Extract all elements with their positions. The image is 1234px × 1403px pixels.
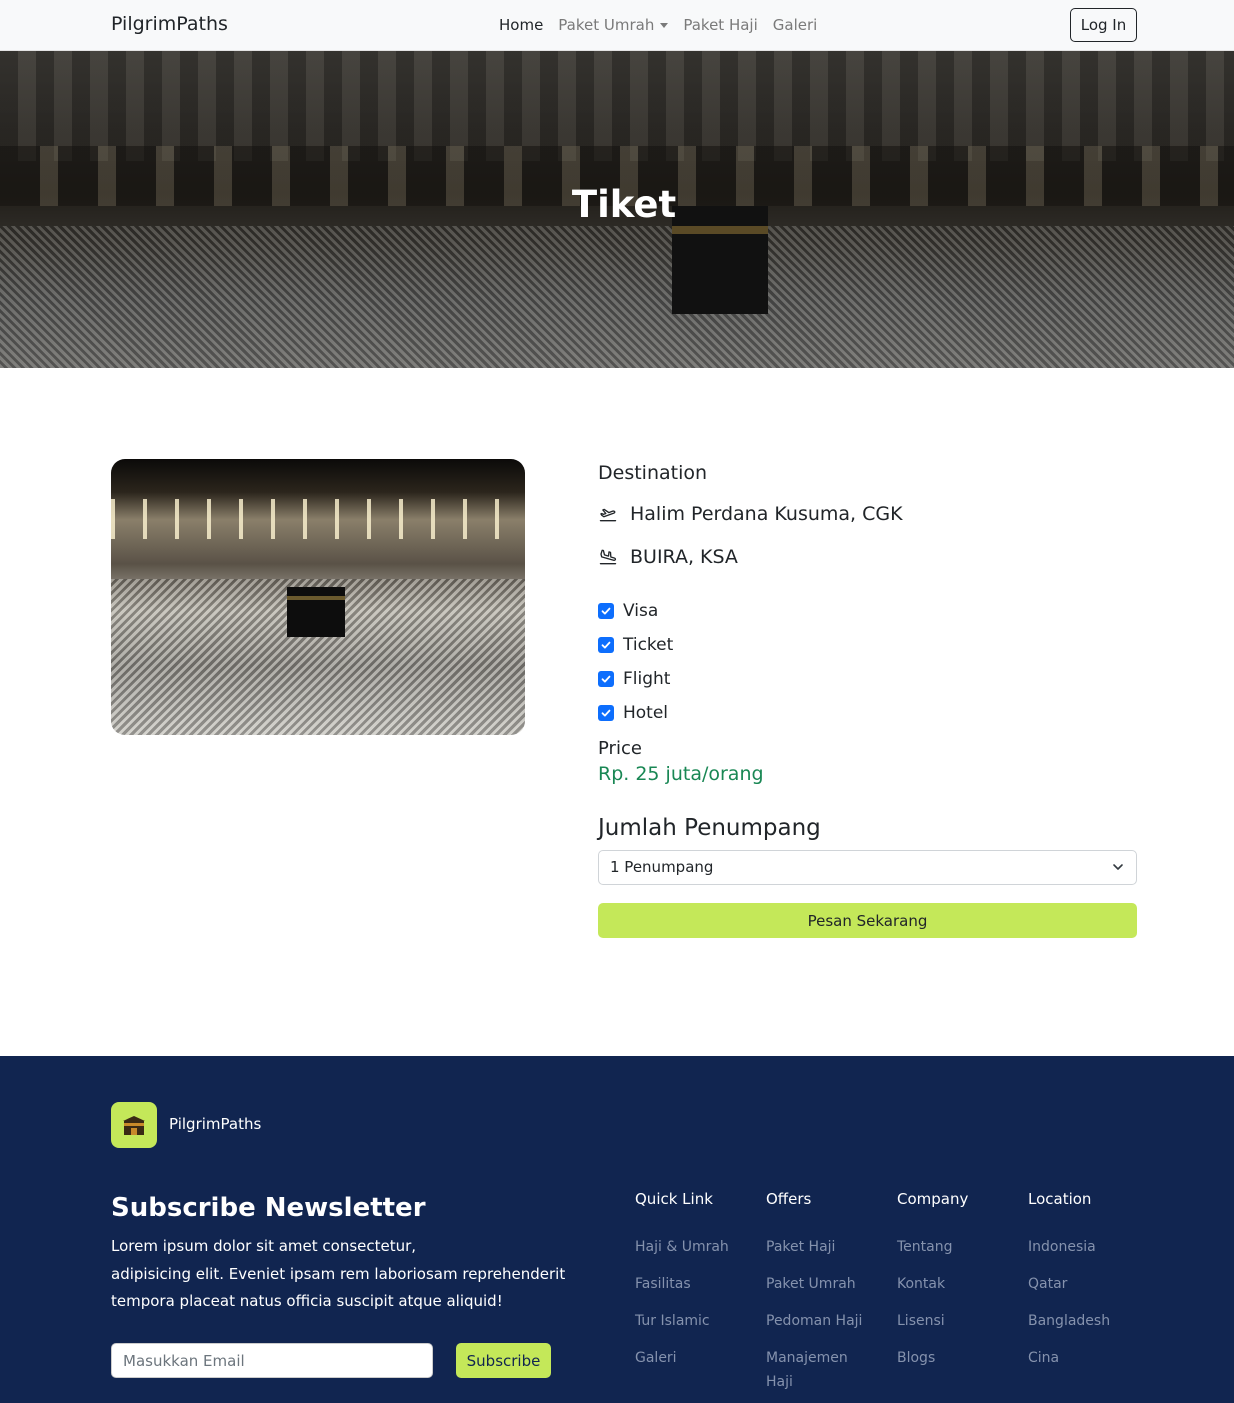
subscribe-button[interactable]: Subscribe — [456, 1343, 551, 1378]
nav-link-paket-haji[interactable]: Paket Haji — [683, 16, 757, 34]
footer-column-title: Company — [897, 1190, 969, 1208]
feature-ticket[interactable]: Ticket — [598, 635, 673, 655]
chevron-down-icon — [1113, 864, 1123, 870]
brand-logo-text[interactable]: PilgrimPaths — [111, 13, 228, 35]
price-label: Price — [598, 738, 642, 759]
newsletter-text: Lorem ipsum dolor sit amet consectetur, … — [111, 1233, 571, 1316]
nav-links: Home Paket Umrah Paket Haji Galeri — [499, 16, 817, 34]
navbar: PilgrimPaths Home Paket Umrah Paket Haji… — [0, 0, 1234, 51]
departure-text: Halim Perdana Kusuma, CGK — [630, 503, 903, 525]
kaaba-icon — [123, 1116, 145, 1135]
hero-background-crowd — [0, 226, 1234, 368]
footer-logo — [111, 1102, 157, 1148]
newsletter-title: Subscribe Newsletter — [111, 1193, 426, 1223]
nav-link-paket-umrah[interactable]: Paket Umrah — [558, 16, 669, 34]
passenger-count-value: 1 Penumpang — [610, 858, 714, 876]
order-now-button[interactable]: Pesan Sekarang — [598, 903, 1137, 938]
footer-brand: PilgrimPaths — [169, 1115, 262, 1133]
nav-link-paket-umrah-label: Paket Umrah — [558, 16, 655, 34]
footer-link[interactable]: Blogs — [897, 1346, 1017, 1370]
login-button[interactable]: Log In — [1070, 8, 1137, 42]
footer-link[interactable]: Fasilitas — [635, 1272, 755, 1296]
price-value: Rp. 25 juta/orang — [598, 763, 764, 785]
footer-column-offers: Offers Paket Haji Paket Umrah Pedoman Ha… — [766, 1190, 866, 1403]
checkbox-checked-icon[interactable] — [598, 705, 614, 721]
feature-label: Visa — [623, 601, 659, 621]
hero-banner: Tiket — [0, 51, 1234, 368]
photo-kaaba — [287, 587, 345, 637]
footer-column-location: Location Indonesia Qatar Bangladesh Cina — [1028, 1190, 1148, 1383]
departure-row: Halim Perdana Kusuma, CGK — [598, 503, 903, 525]
footer-link[interactable]: Pedoman Haji — [766, 1309, 866, 1333]
feature-flight[interactable]: Flight — [598, 669, 670, 689]
footer-link[interactable]: Cina — [1028, 1346, 1148, 1370]
checkbox-checked-icon[interactable] — [598, 671, 614, 687]
footer-column-title: Offers — [766, 1190, 812, 1208]
footer-link[interactable]: Bangladesh — [1028, 1309, 1148, 1333]
footer-link[interactable]: Haji & Umrah — [635, 1235, 755, 1259]
footer-column-company: Company Tentang Kontak Lisensi Blogs — [897, 1190, 1017, 1383]
feature-visa[interactable]: Visa — [598, 601, 658, 621]
footer-column-title: Location — [1028, 1190, 1092, 1208]
feature-label: Flight — [623, 669, 671, 689]
footer-link[interactable]: Kontak — [897, 1272, 1017, 1296]
nav-link-home[interactable]: Home — [499, 16, 543, 34]
plane-departure-icon — [599, 508, 617, 522]
passenger-count-select[interactable]: 1 Penumpang — [598, 850, 1137, 885]
photo-lights — [111, 499, 525, 539]
passenger-count-label: Jumlah Penumpang — [598, 815, 821, 841]
destination-label: Destination — [598, 462, 708, 484]
footer-link[interactable]: Tentang — [897, 1235, 1017, 1259]
footer-column-title: Quick Link — [635, 1190, 713, 1208]
arrival-row: BUIRA, KSA — [598, 546, 738, 568]
footer-link[interactable]: Manajemen Haji — [766, 1346, 866, 1394]
newsletter-email-input[interactable] — [111, 1343, 433, 1378]
feature-label: Hotel — [623, 703, 669, 723]
footer: PilgrimPaths Subscribe Newsletter Lorem … — [0, 1056, 1234, 1403]
feature-label: Ticket — [623, 635, 674, 655]
nav-link-galeri[interactable]: Galeri — [773, 16, 818, 34]
hero-title: Tiket — [571, 183, 677, 226]
footer-link[interactable]: Lisensi — [897, 1309, 1017, 1333]
newsletter-text-line: tempora placeat natus officia suscipit a… — [111, 1292, 503, 1310]
footer-link[interactable]: Galeri — [635, 1346, 755, 1370]
footer-link[interactable]: Paket Umrah — [766, 1272, 866, 1296]
hero-background-building — [0, 51, 1234, 161]
footer-link[interactable]: Paket Haji — [766, 1235, 866, 1259]
newsletter-text-line: adipisicing elit. Eveniet ipsam rem labo… — [111, 1264, 566, 1283]
caret-down-icon — [660, 23, 669, 28]
arrival-text: BUIRA, KSA — [630, 546, 738, 568]
plane-arrival-icon — [599, 549, 617, 565]
feature-hotel[interactable]: Hotel — [598, 703, 668, 723]
footer-column-quick-link: Quick Link Haji & Umrah Fasilitas Tur Is… — [635, 1190, 755, 1383]
footer-link[interactable]: Indonesia — [1028, 1235, 1148, 1259]
newsletter-text-line: Lorem ipsum dolor sit amet consectetur, — [111, 1237, 417, 1255]
checkbox-checked-icon[interactable] — [598, 603, 614, 619]
footer-link[interactable]: Tur Islamic — [635, 1309, 755, 1333]
footer-link[interactable]: Qatar — [1028, 1272, 1148, 1296]
checkbox-checked-icon[interactable] — [598, 637, 614, 653]
ticket-photo — [111, 459, 525, 735]
